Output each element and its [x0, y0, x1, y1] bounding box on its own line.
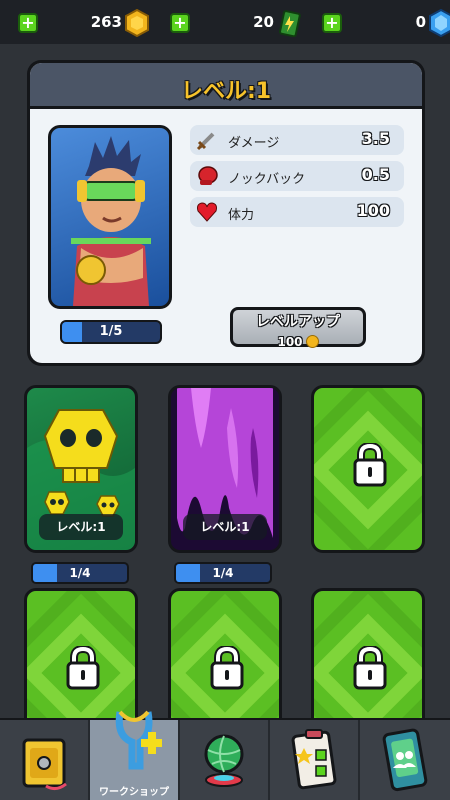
card-level-label: レベル:1: [183, 514, 267, 540]
stat-value: 100: [356, 201, 390, 220]
stat-health: 体力 100: [190, 197, 404, 227]
stat-damage: ダメージ 3.5: [190, 125, 404, 155]
add-energy-button[interactable]: +: [170, 13, 190, 33]
globe-icon: [204, 734, 244, 787]
sword-icon: [196, 132, 215, 151]
ability-card-skull[interactable]: レベル:1: [24, 385, 138, 553]
card-level-label: レベル:1: [39, 514, 123, 540]
nav-item-missions[interactable]: [270, 720, 360, 800]
add-gems-button[interactable]: +: [322, 13, 342, 33]
card-progress-text: 1/4: [212, 566, 234, 580]
stat-value: 3.5: [361, 129, 390, 148]
gold-coin-icon: [125, 9, 149, 37]
slingshot-icon: [115, 710, 162, 770]
battery-icon: [279, 10, 301, 37]
hero-portrait[interactable]: [48, 125, 172, 309]
locked-card[interactable]: [311, 385, 425, 553]
level-up-cost: 100: [277, 335, 303, 349]
lock-icon: [210, 646, 244, 690]
gems-counter: + 0: [322, 9, 450, 37]
nav-item-social[interactable]: [360, 720, 450, 800]
currency-bar: + 263 + 20 + 0: [0, 0, 450, 44]
card-progress-text: 1/4: [69, 566, 91, 580]
stat-value: 0.5: [361, 165, 390, 184]
nav-label: ワークショップ: [99, 787, 169, 798]
card-progress: 1/4: [174, 562, 272, 584]
hero-card-progress: 1/5: [60, 320, 162, 344]
bottom-nav: ワークショップ: [0, 710, 450, 800]
treasure-chest-icon: [22, 738, 67, 791]
nav-item-workshop[interactable]: ワークショップ: [90, 710, 180, 800]
stat-knockback: ノックバック 0.5: [190, 161, 404, 191]
gems-value: 0: [415, 13, 426, 31]
heart-icon: [197, 202, 217, 222]
coin-icon: [305, 335, 319, 348]
card-progress: 1/4: [31, 562, 129, 584]
energy-counter: + 20: [170, 9, 308, 37]
energy-value: 20: [253, 13, 274, 31]
nav-item-chest[interactable]: [0, 720, 90, 800]
lock-icon: [66, 646, 100, 690]
lock-icon: [353, 443, 387, 487]
panel-header: レベル:1: [30, 63, 422, 109]
nav-item-globe[interactable]: [180, 720, 270, 800]
blue-gem-icon: [429, 9, 450, 37]
coins-counter: + 263: [18, 9, 156, 37]
boxing-glove-icon: [198, 166, 218, 185]
checklist-icon: [291, 729, 337, 790]
stat-label: ダメージ: [228, 136, 280, 151]
level-up-label: レベルアップ: [256, 314, 340, 330]
level-title: レベル:1: [180, 79, 272, 104]
hero-character-image: [71, 136, 151, 306]
stat-label: 体力: [228, 208, 255, 223]
coins-value: 263: [90, 13, 122, 31]
hero-progress-text: 1/5: [99, 324, 123, 339]
lock-icon: [353, 646, 387, 690]
level-up-button[interactable]: レベルアップ 100: [230, 307, 366, 349]
stat-label: ノックバック: [228, 172, 306, 187]
level-panel: レベル:1 1/5 ダメージ 3.5 ノックバック 0.5 体力 100 レベル…: [27, 60, 425, 366]
add-coins-button[interactable]: +: [18, 13, 38, 33]
ability-card-slime[interactable]: レベル:1: [168, 385, 282, 553]
social-tablet-icon: [382, 728, 428, 792]
